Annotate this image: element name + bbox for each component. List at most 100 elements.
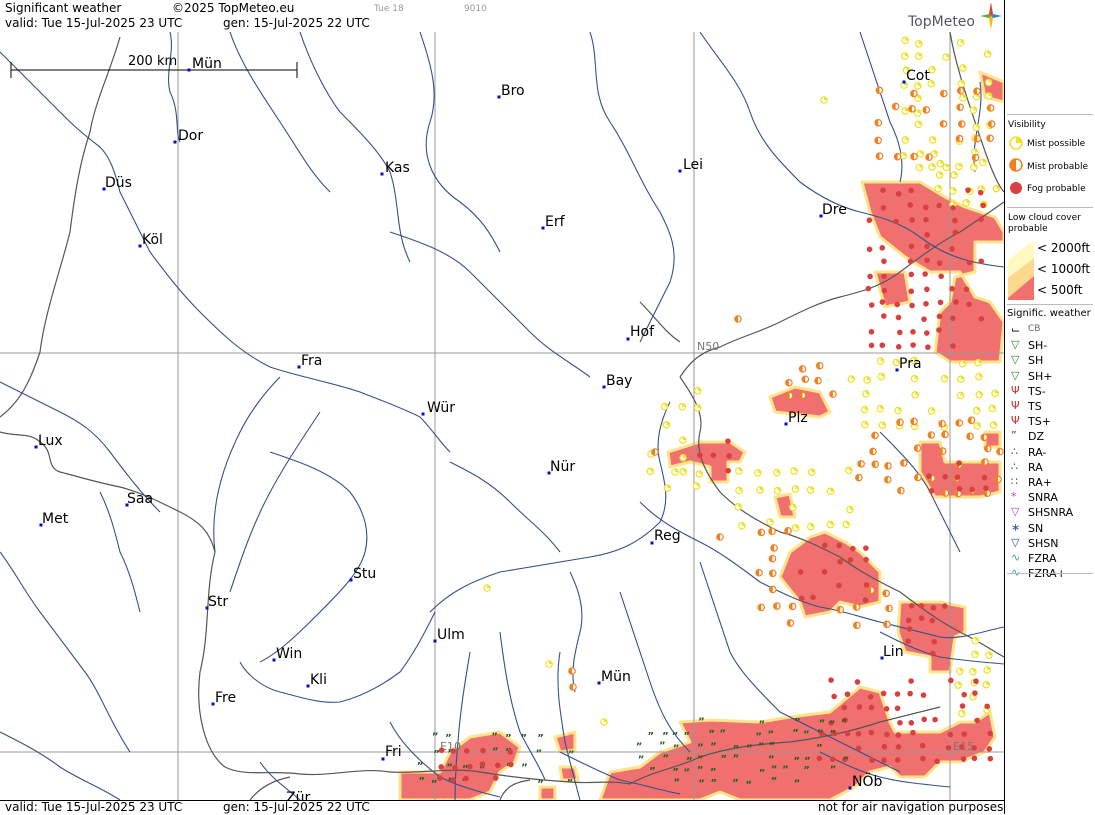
scale-bar-label: 200 km <box>128 54 177 69</box>
city-marker[interactable]: NÖb <box>848 772 883 790</box>
header-tag-day: Tue 18 <box>374 4 404 14</box>
svg-text:”: ” <box>636 742 643 753</box>
city-marker[interactable]: Saa <box>125 491 154 507</box>
svg-text:”: ” <box>803 729 810 740</box>
city-marker[interactable]: Köl <box>138 232 163 248</box>
city-marker[interactable]: Erf <box>541 214 566 230</box>
lowcloud-gradient-icon <box>1008 240 1034 300</box>
city-marker[interactable]: Pra <box>895 356 922 372</box>
city-label: Düs <box>105 175 132 191</box>
legend-lc-1000: < 1000ft <box>1037 262 1091 276</box>
city-label: Cot <box>906 68 930 84</box>
city-marker[interactable]: Ulm <box>433 627 465 643</box>
weather-map[interactable]: 200 km N50 E10 E15 ”””””””””””””””””””””… <box>0 32 1004 800</box>
svg-text:”: ” <box>649 766 656 777</box>
city-marker[interactable]: Bay <box>602 373 633 389</box>
city-label: Fre <box>215 690 236 706</box>
legend-ts-minus-icon: Ψ <box>1011 383 1020 397</box>
legend-sh-minusplus-icon: ▽ <box>1011 368 1020 382</box>
svg-text:”: ” <box>686 756 693 767</box>
city-marker[interactable]: Lux <box>34 433 63 449</box>
city-label: Reg <box>654 528 681 544</box>
svg-text:”: ” <box>417 761 424 772</box>
legend-sigwx-label: RA <box>1028 460 1043 474</box>
grid-label-n50: N50 <box>697 340 719 353</box>
city-marker[interactable]: Düs <box>102 175 132 191</box>
city-dot <box>380 172 384 176</box>
legend-ts-minusplus-icon: Ψ <box>1011 414 1020 428</box>
city-label: Lei <box>683 157 703 173</box>
legend-sigwx-title: Signific. weather <box>1007 308 1091 319</box>
city-marker[interactable]: Hof <box>626 324 656 341</box>
svg-text:”: ” <box>758 742 765 753</box>
copyright-text: ©2025 TopMeteo.eu <box>172 1 295 15</box>
city-marker[interactable]: Mün <box>187 56 222 72</box>
svg-text:”: ” <box>697 765 704 776</box>
legend-shsn-icon: ▽ <box>1011 535 1020 549</box>
city-marker[interactable]: Lin <box>880 644 904 660</box>
legend-sigwx-label: RA+ <box>1028 476 1052 489</box>
svg-text:”: ” <box>829 729 836 740</box>
weather-symbols: ””””””””””””””””””””””””””””””””””””””””… <box>417 36 1004 791</box>
svg-text:”: ” <box>720 754 727 765</box>
svg-text:”: ” <box>491 732 498 743</box>
svg-text:”: ” <box>433 749 440 760</box>
svg-text:”: ” <box>733 754 740 765</box>
city-marker[interactable]: Bro <box>497 83 525 99</box>
svg-text:”: ” <box>708 729 715 740</box>
svg-text:”: ” <box>431 779 438 790</box>
svg-text:”: ” <box>505 733 512 744</box>
svg-text:”: ” <box>794 717 801 728</box>
header-bar: Significant weather ©2025 TopMeteo.eu va… <box>0 0 1004 32</box>
svg-text:”: ” <box>803 765 810 776</box>
city-label: Stu <box>353 566 376 582</box>
city-marker[interactable]: Plz <box>784 410 808 426</box>
svg-text:”: ” <box>418 776 425 787</box>
legend-fzra-icon: ∿ <box>1011 551 1021 564</box>
legend-fog-probable: Fog probable <box>1027 184 1086 194</box>
svg-text:”: ” <box>520 733 527 744</box>
svg-text:”: ” <box>710 741 717 752</box>
mist-possible-icon <box>1009 136 1023 150</box>
city-marker[interactable]: Kas <box>380 160 410 176</box>
svg-text:”: ” <box>769 741 776 752</box>
svg-text:”: ” <box>745 780 752 791</box>
city-marker[interactable]: Met <box>39 511 69 527</box>
city-marker[interactable]: Mün <box>597 669 631 685</box>
city-marker[interactable]: Nür <box>547 459 576 475</box>
city-marker[interactable]: Win <box>272 646 303 662</box>
city-marker[interactable]: Reg <box>650 528 681 545</box>
city-marker[interactable]: Lei <box>678 157 704 173</box>
city-marker[interactable]: Str <box>205 594 229 610</box>
city-marker[interactable]: Dor <box>173 128 204 144</box>
legend-sh-icon: ▽ <box>1011 353 1020 367</box>
city-marker[interactable]: Stu <box>349 566 377 582</box>
city-label: Fri <box>385 744 402 760</box>
city-marker[interactable]: Kli <box>306 672 327 688</box>
svg-text:”: ” <box>710 767 717 778</box>
svg-text:”: ” <box>662 753 669 764</box>
svg-text:”: ” <box>771 764 778 775</box>
svg-text:”: ” <box>537 779 544 790</box>
footer-bar: valid: Tue 15-Jul-2025 23 UTC gen: 15-Ju… <box>0 800 1004 815</box>
svg-text:”: ” <box>792 728 799 739</box>
city-marker[interactable]: Wür <box>421 400 456 416</box>
legend-mist-possible: Mist possible <box>1027 139 1086 149</box>
city-marker[interactable]: Fra <box>297 353 323 369</box>
city-label: Plz <box>788 410 808 426</box>
legend-sigwx-label: FZRA <box>1028 552 1057 565</box>
city-marker[interactable]: Cot <box>902 68 931 84</box>
legend-sigwx-label: DZ <box>1028 430 1045 444</box>
svg-text:”: ” <box>567 778 574 789</box>
city-label: Met <box>42 511 69 527</box>
city-marker[interactable]: Dre <box>819 202 847 218</box>
svg-text:”: ” <box>698 717 705 728</box>
city-label: Bay <box>606 373 632 389</box>
city-label: NÖb <box>852 772 882 790</box>
city-markers: Mün Bro Cot Dor Kas Lei Düs Erf Dre Köl Hof Fra Pra B… <box>34 56 931 800</box>
city-marker[interactable]: Zür <box>282 790 311 800</box>
city-marker[interactable]: Fre <box>211 690 237 706</box>
legend-sigwx-label: SNRA <box>1028 491 1058 505</box>
city-marker[interactable]: Fri <box>381 744 402 761</box>
svg-text:”: ” <box>683 768 690 779</box>
